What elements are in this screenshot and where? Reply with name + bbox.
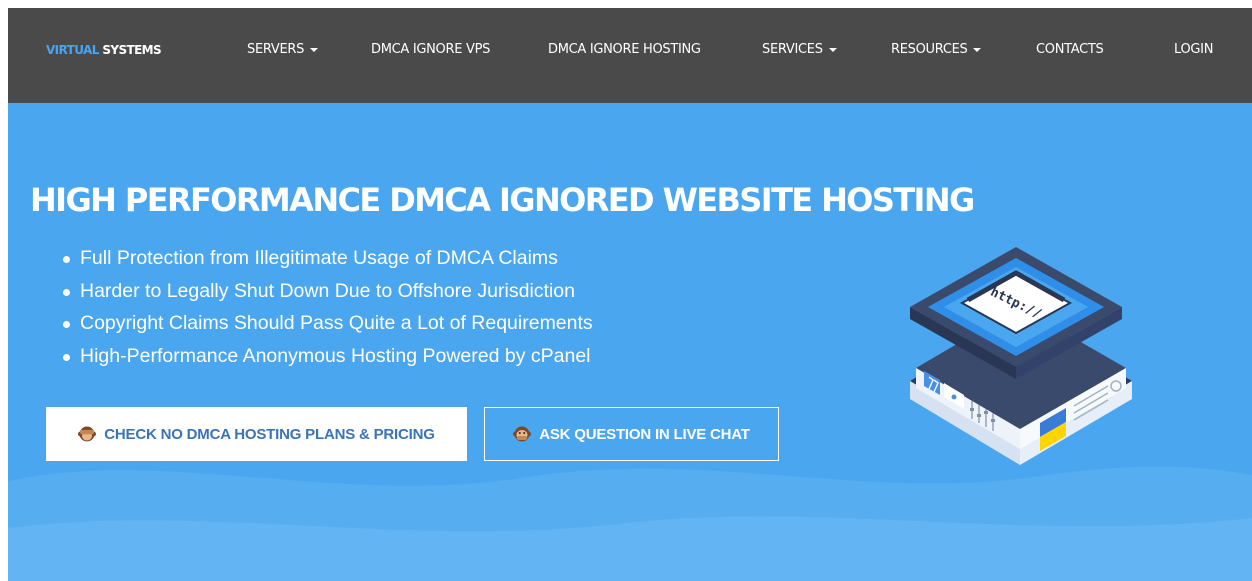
server-illustration: http:// (910, 247, 1132, 465)
nav-resources[interactable]: RESOURCES (891, 42, 982, 57)
navbar: VIRTUAL SYSTEMS SERVERS DMCA IGNORE VPS … (8, 8, 1252, 103)
brand-logo-part2: SYSTEMS (102, 43, 162, 57)
brand-logo-part1: VIRTUAL (46, 43, 99, 57)
brand-logo[interactable]: VIRTUAL SYSTEMS (46, 43, 162, 57)
monkey-see-no-evil-icon (78, 426, 97, 442)
nav-contacts[interactable]: CONTACTS (1036, 42, 1104, 57)
nav-servers-label: SERVERS (247, 42, 305, 57)
feature-item: Copyright Claims Should Pass Quite a Lot… (63, 307, 593, 340)
live-chat-button[interactable]: ASK QUESTION IN LIVE CHAT (484, 407, 779, 461)
nav-services[interactable]: SERVICES (762, 42, 837, 57)
hero-section: HIGH PERFORMANCE DMCA IGNORED WEBSITE HO… (8, 103, 1252, 581)
hero-title: HIGH PERFORMANCE DMCA IGNORED WEBSITE HO… (30, 181, 975, 219)
check-plans-button-label: CHECK NO DMCA HOSTING PLANS & PRICING (104, 425, 435, 443)
live-chat-button-label: ASK QUESTION IN LIVE CHAT (539, 425, 750, 443)
feature-item: Full Protection from Illegitimate Usage … (63, 242, 593, 275)
nav-servers[interactable]: SERVERS (247, 42, 319, 57)
page-frame: VIRTUAL SYSTEMS SERVERS DMCA IGNORE VPS … (8, 8, 1252, 581)
feature-list: Full Protection from Illegitimate Usage … (63, 242, 593, 372)
nav-dmca-ignore-vps[interactable]: DMCA IGNORE VPS (371, 42, 490, 57)
feature-item: Harder to Legally Shut Down Due to Offsh… (63, 275, 593, 308)
caret-down-icon (828, 47, 837, 52)
nav-services-label: SERVICES (762, 42, 823, 57)
caret-down-icon (973, 47, 982, 52)
caret-down-icon (310, 47, 319, 52)
feature-item: High-Performance Anonymous Hosting Power… (63, 340, 593, 373)
nav-resources-label: RESOURCES (891, 42, 968, 57)
nav-dmca-ignore-hosting[interactable]: DMCA IGNORE HOSTING (548, 42, 701, 57)
monkey-speak-no-evil-icon (513, 426, 532, 442)
check-plans-button[interactable]: CHECK NO DMCA HOSTING PLANS & PRICING (46, 407, 467, 461)
nav-login[interactable]: LOGIN (1174, 42, 1213, 57)
